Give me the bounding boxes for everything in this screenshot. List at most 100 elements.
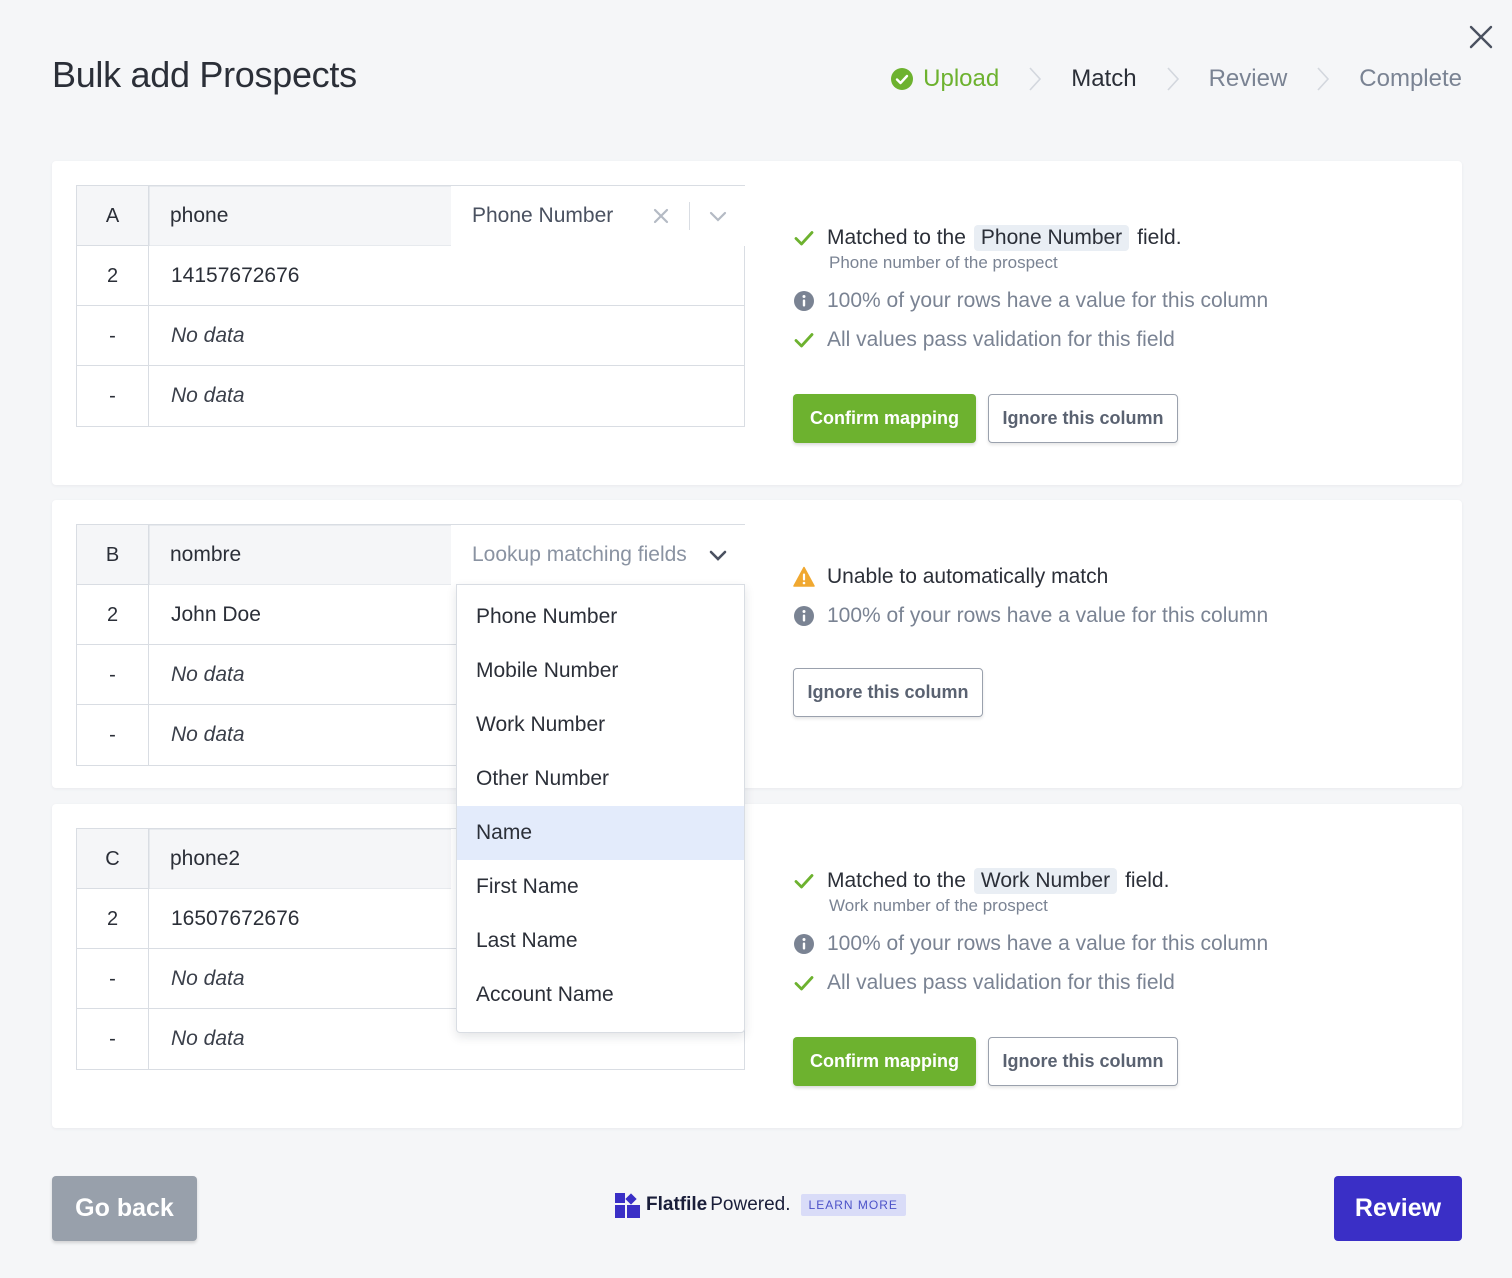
clear-icon[interactable] [651, 206, 671, 226]
info-icon [794, 291, 814, 311]
row-index: 2 [77, 889, 149, 949]
status-text: Matched to the [827, 226, 966, 249]
row-index: - [77, 949, 149, 1009]
coverage-text: 100% of your rows have a value for this … [827, 604, 1269, 627]
coverage-text: 100% of your rows have a value for this … [827, 289, 1269, 312]
check-icon [794, 874, 814, 889]
table-row: 2 14157672676 [77, 246, 744, 306]
dropdown-option-phone-number[interactable]: Phone Number [457, 590, 744, 644]
dropdown-option-last-name[interactable]: Last Name [457, 914, 744, 968]
table-row: - No data [77, 306, 744, 366]
field-search-input[interactable]: Lookup matching fields [472, 525, 690, 585]
column-name: phone2 [170, 847, 241, 870]
step-complete: Complete [1359, 65, 1462, 93]
row-index: - [77, 306, 149, 366]
column-card-b: B nombre Lookup matching fields 2 John D… [52, 500, 1462, 788]
info-icon [794, 606, 814, 626]
ignore-column-button[interactable]: Ignore this column [793, 668, 983, 717]
match-status: Matched to the Phone Number field. Phone… [793, 225, 1268, 353]
field-select-value: Phone Number [472, 204, 614, 227]
row-index: - [77, 645, 149, 705]
confirm-mapping-button[interactable]: Confirm mapping [793, 394, 976, 443]
chevron-down-icon[interactable] [707, 206, 729, 226]
validation-text: All values pass validation for this fiel… [827, 971, 1175, 994]
field-select[interactable]: Lookup matching fields [451, 525, 745, 585]
validation-line: All values pass validation for this fiel… [793, 970, 1268, 996]
row-index: 2 [77, 246, 149, 306]
row-value: 16507672676 [171, 907, 300, 930]
divider [689, 202, 690, 230]
column-card-c: C phone2 2 16507672676 - No data - No da… [52, 804, 1462, 1128]
flatfile-powered: Flatfile Powered. LEARN MORE [615, 1190, 906, 1220]
dropdown-option-account-name[interactable]: Account Name [457, 968, 744, 1022]
validation-line: All values pass validation for this fiel… [793, 327, 1268, 353]
column-card-a: A phone Phone Number 2 14157672676 - No … [52, 161, 1462, 485]
dropdown-option-mobile-number[interactable]: Mobile Number [457, 644, 744, 698]
validation-text: All values pass validation for this fiel… [827, 328, 1175, 351]
status-suffix: field. [1137, 226, 1182, 249]
step-match: Match [1071, 65, 1136, 93]
check-icon [794, 231, 814, 246]
dropdown-option-work-number[interactable]: Work Number [457, 698, 744, 752]
confirm-mapping-button[interactable]: Confirm mapping [793, 1037, 976, 1086]
field-select[interactable]: Phone Number [451, 186, 745, 246]
field-dropdown-menu: Phone Number Mobile Number Work Number O… [456, 584, 745, 1033]
brand-name: Flatfile [646, 1194, 708, 1215]
step-label: Match [1071, 65, 1137, 92]
stepper: Upload Match Review Complete [890, 62, 1462, 96]
row-index: - [77, 366, 149, 426]
status-line: Matched to the Work Number field. [793, 868, 1268, 894]
powered-text: Powered. [710, 1194, 791, 1215]
dropdown-option-other-number[interactable]: Other Number [457, 752, 744, 806]
chevron-right-icon [1166, 67, 1179, 91]
table-row: - No data [77, 366, 744, 426]
column-header: A phone Phone Number [77, 186, 745, 246]
field-description: Work number of the prospect [829, 896, 1048, 915]
chevron-right-icon [1317, 67, 1330, 91]
step-upload: Upload [890, 65, 999, 93]
coverage-line: 100% of your rows have a value for this … [793, 288, 1268, 314]
match-status: Unable to automatically match 100% of yo… [793, 564, 1268, 629]
close-icon[interactable] [1466, 22, 1496, 52]
row-index: - [77, 1009, 149, 1069]
column-name: phone [170, 204, 229, 227]
column-letter: A [77, 186, 149, 246]
row-value: No data [171, 324, 245, 347]
coverage-line: 100% of your rows have a value for this … [793, 603, 1268, 629]
row-value: John Doe [171, 603, 261, 626]
row-value: No data [171, 384, 245, 407]
ignore-column-button[interactable]: Ignore this column [988, 394, 1178, 443]
review-button[interactable]: Review [1334, 1176, 1462, 1241]
coverage-line: 100% of your rows have a value for this … [793, 931, 1268, 957]
status-line: Matched to the Phone Number field. [793, 225, 1268, 251]
ignore-column-button[interactable]: Ignore this column [988, 1037, 1178, 1086]
go-back-button[interactable]: Go back [52, 1176, 197, 1241]
status-suffix: field. [1125, 869, 1170, 892]
chevron-right-icon [1029, 67, 1042, 91]
chevron-down-icon[interactable] [707, 545, 729, 565]
row-value: No data [171, 967, 245, 990]
row-index: 2 [77, 585, 149, 645]
row-value: No data [171, 1027, 245, 1050]
column-header: B nombre Lookup matching fields [77, 525, 745, 585]
dropdown-option-name[interactable]: Name [457, 806, 744, 860]
page-title: Bulk add Prospects [52, 54, 357, 95]
status-line: Unable to automatically match [793, 564, 1268, 590]
step-label: Upload [923, 65, 1000, 92]
field-description: Phone number of the prospect [829, 253, 1058, 272]
column-name: nombre [170, 543, 242, 566]
check-icon [794, 976, 814, 991]
status-text: Unable to automatically match [827, 565, 1109, 588]
step-label: Review [1208, 65, 1288, 92]
match-status: Matched to the Work Number field. Work n… [793, 868, 1268, 996]
dropdown-option-first-name[interactable]: First Name [457, 860, 744, 914]
row-value: No data [171, 663, 245, 686]
column-preview-table: A phone Phone Number 2 14157672676 - No … [76, 185, 745, 427]
learn-more-link[interactable]: LEARN MORE [800, 1194, 906, 1216]
row-value: No data [171, 723, 245, 746]
status-text: Matched to the [827, 869, 966, 892]
check-icon [794, 333, 814, 348]
check-circle-icon [891, 68, 914, 90]
coverage-text: 100% of your rows have a value for this … [827, 932, 1269, 955]
field-chip: Phone Number [973, 225, 1130, 251]
